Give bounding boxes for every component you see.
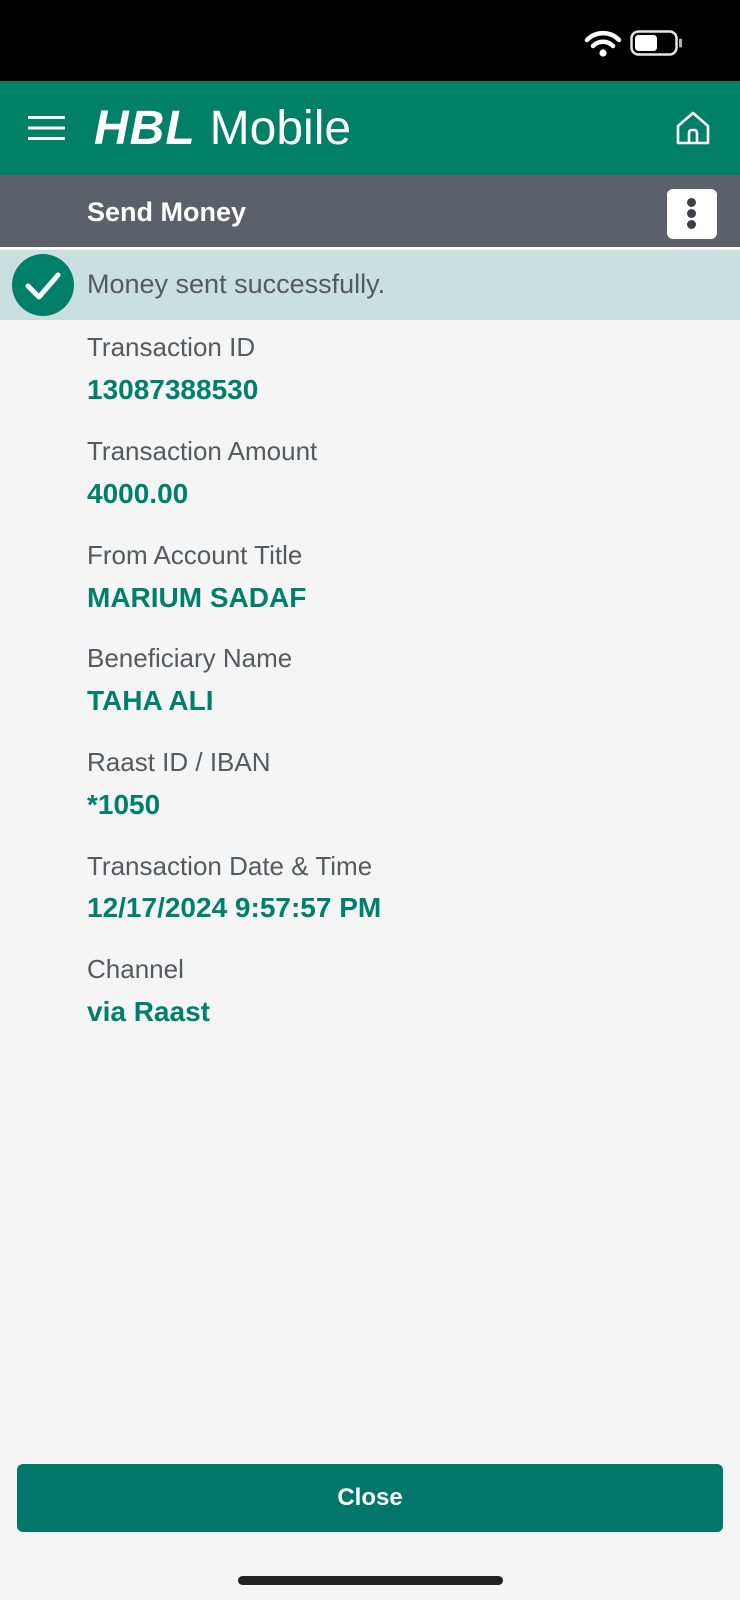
home-icon[interactable] — [674, 109, 712, 147]
check-circle-icon — [12, 254, 74, 316]
battery-icon — [630, 30, 682, 56]
brand-subtitle: Mobile — [209, 101, 352, 155]
from-account-title-label: From Account Title — [87, 540, 303, 570]
hbl-logo: HBL — [94, 101, 196, 155]
beneficiary-name-label: Beneficiary Name — [87, 643, 293, 673]
more-options-button[interactable] — [667, 189, 717, 239]
transaction-id-value: 13087388530 — [87, 374, 259, 405]
page-title: Send Money — [87, 197, 247, 227]
success-message: Money sent successfully. — [87, 269, 386, 299]
close-button[interactable]: Close — [17, 1464, 723, 1532]
wifi-icon — [584, 30, 622, 57]
from-account-title-value: MARIUM SADAF — [87, 582, 307, 613]
channel-value: via Raast — [87, 996, 210, 1027]
raast-id-iban-value: *1050 — [87, 789, 161, 820]
channel-label: Channel — [87, 954, 184, 984]
app-brand: HBL Mobile — [94, 101, 351, 155]
transaction-datetime-value: 12/17/2024 9:57:57 PM — [87, 892, 382, 923]
hamburger-menu-icon[interactable] — [28, 115, 65, 141]
more-vertical-icon — [687, 198, 696, 207]
raast-id-iban-label: Raast ID / IBAN — [87, 747, 271, 777]
transaction-id-label: Transaction ID — [87, 332, 256, 362]
home-indicator — [238, 1576, 503, 1585]
status-time: 9:58 — [94, 22, 159, 57]
transaction-amount-label: Transaction Amount — [87, 436, 318, 466]
beneficiary-name-value: TAHA ALI — [87, 685, 214, 716]
transaction-amount-value: 4000.00 — [87, 478, 189, 509]
transaction-datetime-label: Transaction Date & Time — [87, 851, 373, 881]
